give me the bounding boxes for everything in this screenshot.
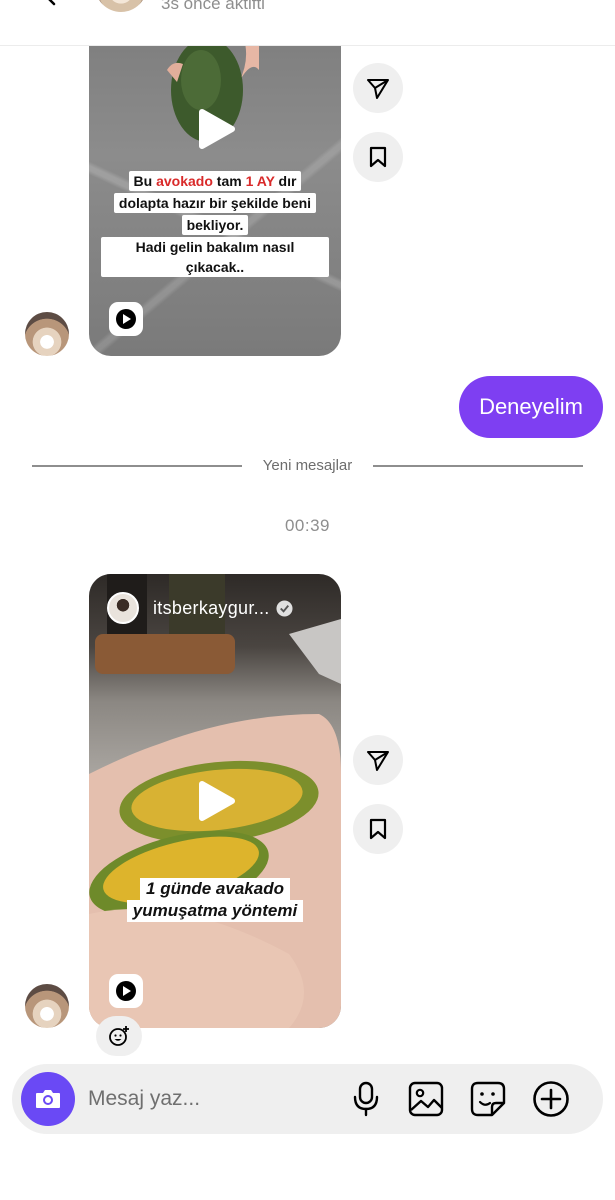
shared-reel-1[interactable]: Bu avokado tam 1 AY dır dolapta hazır bi… [89, 20, 341, 356]
caption-line: bekliyor. [181, 215, 249, 235]
microphone-icon [353, 1081, 379, 1117]
verified-icon [276, 599, 293, 617]
author-avatar [107, 592, 139, 624]
emoji-icon [109, 1026, 129, 1046]
info-icon[interactable] [538, 0, 566, 6]
contact-status: 3s önce aktifti [161, 0, 265, 13]
sticker-button[interactable] [469, 1080, 507, 1118]
send-icon [367, 79, 389, 99]
plus-button[interactable] [532, 1080, 570, 1118]
reel-icon [109, 302, 143, 336]
sender-avatar[interactable] [25, 984, 69, 1028]
caption-line: 1 günde avakado [140, 878, 290, 900]
play-icon[interactable] [194, 780, 236, 822]
reel-caption: 1 günde avakado yumuşatma yöntemi [111, 878, 319, 922]
share-button[interactable] [353, 735, 403, 785]
message-composer [12, 1064, 603, 1134]
add-reaction-button[interactable] [96, 1016, 142, 1056]
gallery-button[interactable] [407, 1080, 445, 1118]
bookmark-icon [369, 818, 387, 840]
reel-caption: Bu avokado tam 1 AY dır dolapta hazır bi… [101, 170, 329, 278]
contact-avatar[interactable] [95, 0, 147, 12]
plus-icon [533, 1081, 569, 1117]
reel-icon [109, 974, 143, 1008]
microphone-button[interactable] [347, 1080, 385, 1118]
reel-author[interactable]: itsberkaygur... [107, 592, 293, 624]
author-name: itsberkaygur... [153, 597, 270, 618]
bookmark-icon [369, 146, 387, 168]
video-icon[interactable] [464, 0, 492, 6]
new-messages-divider: Yeni mesajlar [32, 457, 583, 479]
phone-icon[interactable] [366, 0, 394, 6]
send-icon [367, 751, 389, 771]
chat-header: 3s önce aktifti [0, 0, 615, 46]
sticker-icon [470, 1081, 506, 1117]
share-button[interactable] [353, 63, 403, 113]
message-timestamp: 00:39 [284, 516, 331, 535]
caption-line: yumuşatma yöntemi [126, 900, 304, 922]
gallery-icon [408, 1081, 444, 1117]
caption-line: Bu avokado tam 1 AY dır [128, 171, 302, 191]
save-button[interactable] [353, 804, 403, 854]
caption-line: Hadi gelin bakalım nasıl çıkacak.. [101, 237, 329, 277]
outgoing-message[interactable]: Deneyelim [459, 376, 603, 438]
message-input[interactable] [88, 1084, 338, 1114]
caption-line: dolapta hazır bir şekilde beni [113, 193, 317, 213]
save-button[interactable] [353, 132, 403, 182]
sender-avatar[interactable] [25, 312, 69, 356]
back-icon[interactable] [40, 0, 60, 6]
play-icon[interactable] [194, 108, 236, 150]
shared-reel-2[interactable]: itsberkaygur... 1 günde avakado yumuşatm… [89, 574, 341, 1028]
divider-line [373, 465, 583, 467]
camera-button[interactable] [21, 1072, 75, 1126]
camera-icon [36, 1090, 60, 1108]
